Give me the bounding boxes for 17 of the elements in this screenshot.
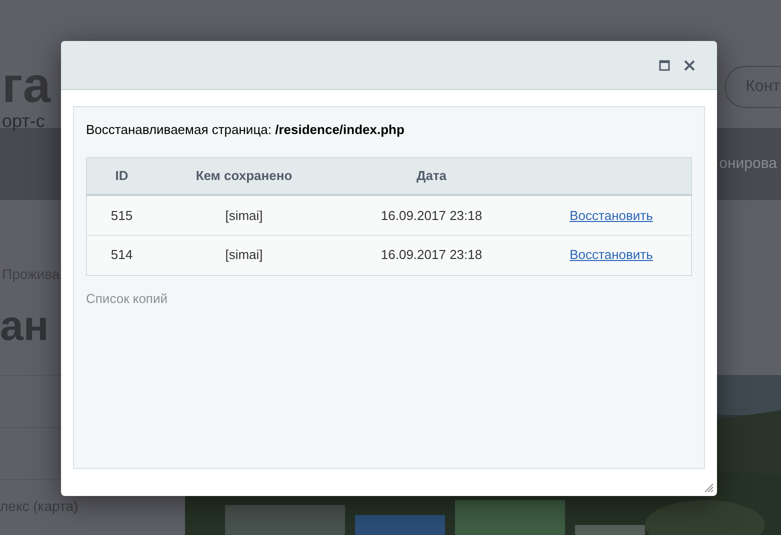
table-cell: [simai] — [156, 235, 332, 275]
page-label: Восстанавливаемая страница: /residence/index.php — [86, 121, 406, 139]
resize-grip-icon[interactable] — [703, 482, 714, 493]
maximize-icon[interactable] — [659, 60, 670, 70]
restore-link[interactable]: Восстановить — [570, 208, 653, 222]
table-caption: Список копий — [86, 290, 168, 308]
table-cell: 514 — [86, 235, 156, 275]
close-icon[interactable] — [684, 60, 695, 70]
nav-item[interactable]: онирова — [719, 152, 777, 176]
table-cell: 16.09.2017 23:18 — [332, 195, 532, 235]
table-cell: 16.09.2017 23:18 — [332, 235, 532, 275]
table-cell: [simai] — [156, 195, 332, 235]
logo-subtitle: орт-с — [1, 112, 45, 130]
column-header: Кем сохранено — [156, 157, 332, 195]
table-cell: 515 — [86, 195, 156, 235]
column-header: Дата — [332, 157, 532, 195]
column-header: ID — [86, 157, 156, 195]
